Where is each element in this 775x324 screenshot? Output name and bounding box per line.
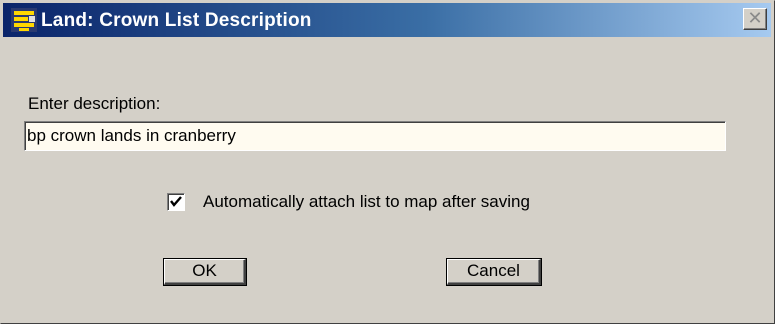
dialog-window: Land: Crown List Description ✕ Enter des…	[0, 0, 775, 324]
close-button[interactable]: ✕	[743, 8, 767, 30]
description-input[interactable]	[24, 121, 726, 151]
auto-attach-checkbox[interactable]	[167, 193, 185, 211]
land-app-icon	[11, 8, 37, 32]
auto-attach-label[interactable]: Automatically attach list to map after s…	[203, 192, 530, 212]
checkmark-icon	[170, 196, 182, 207]
description-prompt-label: Enter description:	[28, 94, 161, 113]
ok-button[interactable]: OK	[163, 258, 247, 286]
cancel-button[interactable]: Cancel	[446, 258, 542, 286]
window-title: Land: Crown List Description	[41, 10, 312, 31]
title-bar[interactable]: Land: Crown List Description ✕	[3, 3, 771, 37]
close-icon: ✕	[747, 8, 763, 28]
